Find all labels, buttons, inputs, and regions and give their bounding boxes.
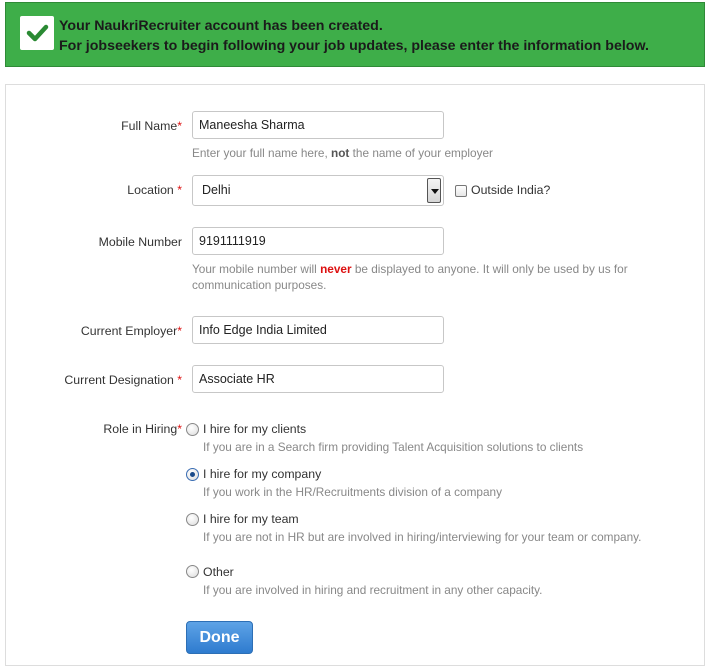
employer-input[interactable] [192,316,444,344]
role-team-radio[interactable] [186,513,199,526]
role-company-desc: If you work in the HR/Recruitments divis… [203,485,502,499]
role-clients-label[interactable]: I hire for my clients [203,422,306,436]
full-name-input[interactable] [192,111,444,139]
role-company-label[interactable]: I hire for my company [203,467,321,481]
location-select[interactable]: Delhi [192,175,444,206]
location-label: Location * [127,183,182,197]
designation-input[interactable] [192,365,444,393]
employer-label: Current Employer* [80,324,182,338]
outside-india-checkbox[interactable] [455,185,467,197]
full-name-hint: Enter your full name here, not the name … [192,146,493,160]
done-button[interactable]: Done [186,621,253,654]
role-other-desc: If you are involved in hiring and recrui… [203,583,543,597]
banner-message: Your NaukriRecruiter account has been cr… [59,16,649,56]
mobile-label: Mobile Number [98,235,182,249]
outside-india-label: Outside India? [471,183,551,197]
designation-label: Current Designation * [64,373,182,387]
success-banner: Your NaukriRecruiter account has been cr… [5,2,705,67]
location-selected-value: Delhi [202,183,231,197]
role-clients-radio[interactable] [186,423,199,436]
role-team-label[interactable]: I hire for my team [203,512,299,526]
role-label: Role in Hiring* [103,422,182,436]
mobile-input[interactable] [192,227,444,255]
role-other-radio[interactable] [186,565,199,578]
banner-line-2: For jobseekers to begin following your j… [59,38,649,54]
full-name-label: Full Name* [121,119,182,133]
role-clients-desc: If you are in a Search firm providing Ta… [203,440,584,454]
role-team-desc: If you are not in HR but are involved in… [203,530,642,544]
mobile-hint: Your mobile number will never be display… [192,262,628,292]
chevron-down-icon[interactable] [427,178,441,203]
banner-line-1: Your NaukriRecruiter account has been cr… [59,18,383,34]
checkmark-icon [20,16,54,50]
role-other-label[interactable]: Other [203,565,234,579]
role-company-radio[interactable] [186,468,199,481]
